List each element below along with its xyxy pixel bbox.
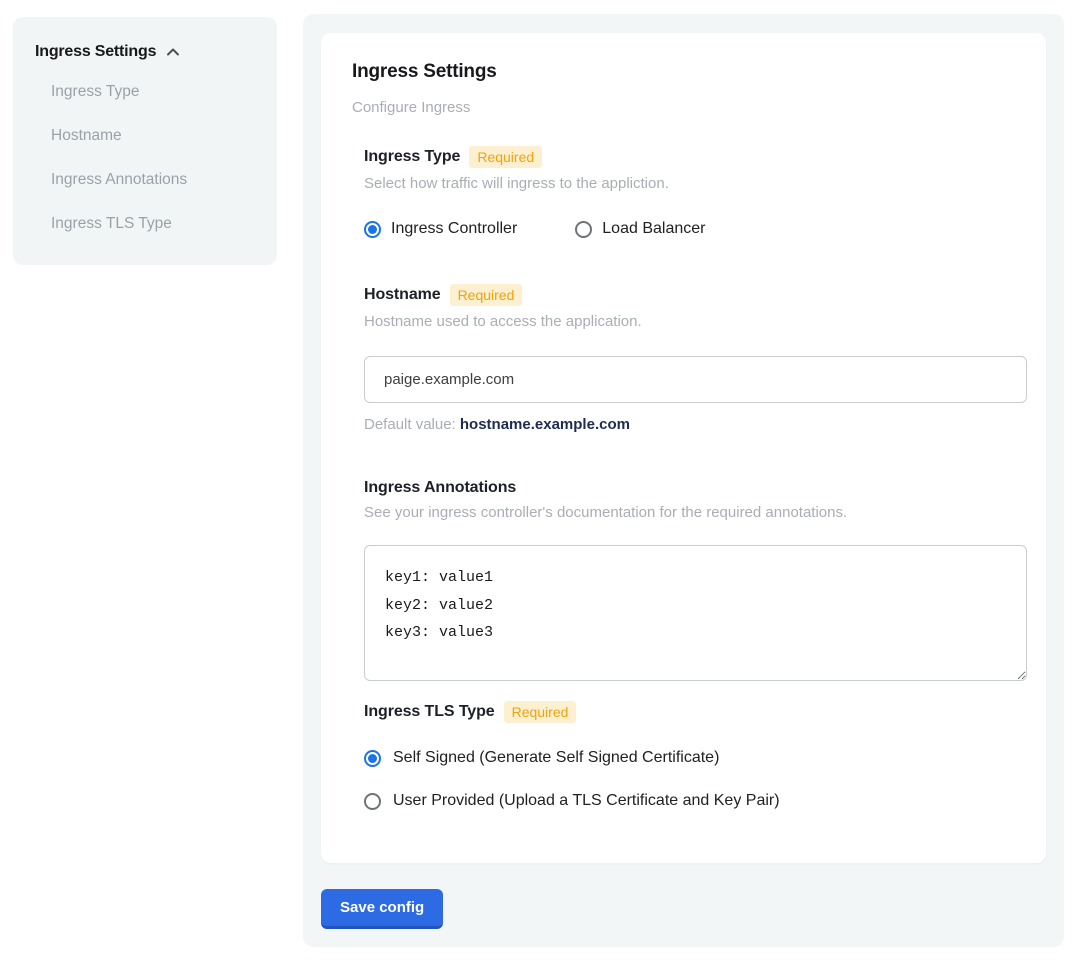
ingress-annotations-help: See your ingress controller's documentat… [364, 504, 1015, 521]
radio-label-ingress-controller[interactable]: Ingress Controller [391, 220, 517, 238]
radio-load-balancer[interactable] [575, 221, 592, 238]
ingress-settings-card: Ingress Settings Configure Ingress Ingre… [321, 33, 1046, 863]
radio-ingress-controller[interactable] [364, 221, 381, 238]
ingress-settings-sidebar: Ingress Settings Ingress Type Hostname I… [13, 17, 277, 265]
sidebar-item-list: Ingress Type Hostname Ingress Annotation… [51, 70, 255, 246]
sidebar-item-ingress-type[interactable]: Ingress Type [51, 70, 255, 114]
sidebar-item-ingress-tls-type[interactable]: Ingress TLS Type [51, 202, 255, 246]
hostname-help: Hostname used to access the application. [364, 313, 1015, 330]
hostname-label: Hostname [364, 286, 441, 304]
ingress-type-label: Ingress Type [364, 148, 460, 166]
page-subtitle: Configure Ingress [352, 99, 1015, 116]
ingress-type-field: Ingress Type Required Select how traffic… [364, 146, 1015, 238]
hostname-field: Hostname Required Hostname used to acces… [364, 284, 1015, 433]
hostname-default-label: Default value: [364, 416, 460, 433]
tls-option-self-signed: Self Signed (Generate Self Signed Certif… [364, 749, 1015, 767]
hostname-input[interactable] [364, 356, 1027, 403]
ingress-tls-type-label: Ingress TLS Type [364, 703, 495, 721]
radio-user-provided[interactable] [364, 793, 381, 810]
ingress-annotations-textarea[interactable]: key1: value1 key2: value2 key3: value3 [364, 545, 1027, 681]
required-badge: Required [469, 146, 542, 168]
tls-option-user-provided: User Provided (Upload a TLS Certificate … [364, 792, 1015, 810]
page-title: Ingress Settings [352, 61, 1015, 83]
ingress-annotations-label: Ingress Annotations [364, 479, 516, 497]
chevron-up-icon [165, 44, 181, 60]
required-badge: Required [450, 284, 523, 306]
radio-label-user-provided[interactable]: User Provided (Upload a TLS Certificate … [393, 792, 780, 810]
save-config-button[interactable]: Save config [321, 889, 443, 929]
ingress-settings-panel: Ingress Settings Configure Ingress Ingre… [303, 14, 1064, 947]
sidebar-item-ingress-annotations[interactable]: Ingress Annotations [51, 158, 255, 202]
ingress-tls-type-field: Ingress TLS Type Required Self Signed (G… [364, 701, 1015, 810]
ingress-type-help: Select how traffic will ingress to the a… [364, 175, 1015, 192]
sidebar-section-title: Ingress Settings [35, 43, 156, 61]
radio-self-signed[interactable] [364, 750, 381, 767]
hostname-default-value: hostname.example.com [460, 416, 630, 433]
ingress-annotations-field: Ingress Annotations See your ingress con… [364, 479, 1015, 681]
radio-label-load-balancer[interactable]: Load Balancer [602, 220, 705, 238]
ingress-type-radio-group: Ingress Controller Load Balancer [364, 220, 1015, 238]
required-badge: Required [504, 701, 577, 723]
hostname-default-line: Default value: hostname.example.com [364, 416, 1015, 433]
radio-label-self-signed[interactable]: Self Signed (Generate Self Signed Certif… [393, 749, 719, 767]
sidebar-item-hostname[interactable]: Hostname [51, 114, 255, 158]
sidebar-section-toggle[interactable]: Ingress Settings [35, 43, 255, 61]
